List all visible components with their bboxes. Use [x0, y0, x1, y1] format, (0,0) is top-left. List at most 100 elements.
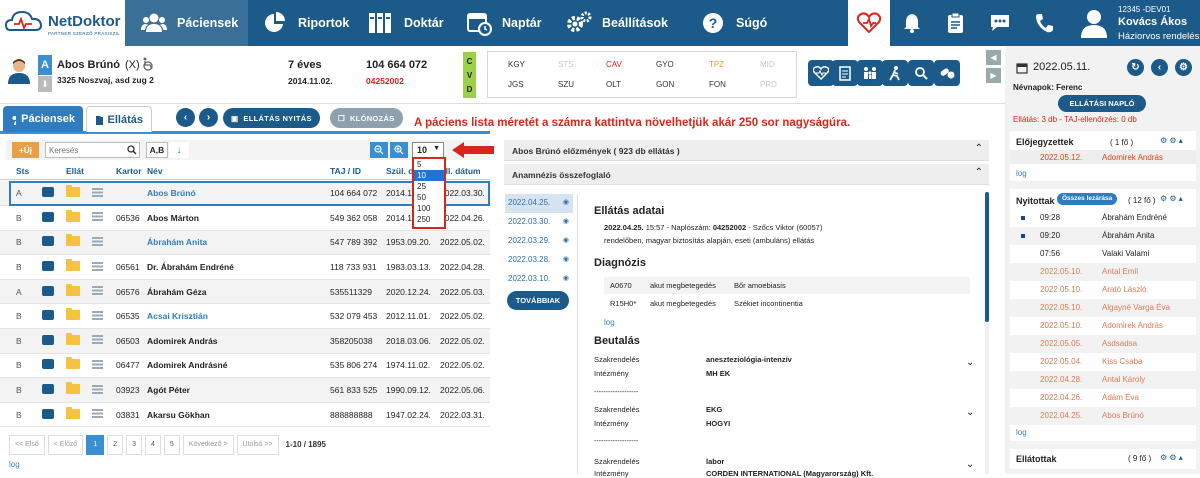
- code-cell[interactable]: SZU: [558, 80, 574, 89]
- col-ellat[interactable]: Ellát: [66, 166, 84, 176]
- search-input[interactable]: [46, 143, 122, 157]
- table-row[interactable]: B 06561 Dr. Ábrahám Endréné 118 733 931 1983…: [0, 254, 490, 280]
- diag-log-link[interactable]: log: [604, 318, 615, 327]
- folder-icon[interactable]: [66, 332, 80, 345]
- patient-expand-button[interactable]: ⬇: [38, 76, 52, 92]
- refresh-button[interactable]: ↻: [1127, 59, 1144, 76]
- folder-icon[interactable]: [66, 234, 80, 247]
- nav-docs[interactable]: Doktár: [368, 0, 458, 46]
- code-cell[interactable]: OLT: [606, 80, 621, 89]
- list-log-link[interactable]: log: [9, 460, 20, 469]
- col-kartor[interactable]: Kartor: [116, 166, 142, 176]
- row-name[interactable]: Ábrahám Anita: [147, 230, 330, 256]
- heart-monitor-button[interactable]: [808, 60, 834, 86]
- nav-settings[interactable]: Beállítások: [566, 0, 696, 46]
- nav-reports[interactable]: Riportok: [262, 0, 357, 46]
- open-log-link[interactable]: log: [1016, 428, 1027, 437]
- zoom-out-button[interactable]: [370, 142, 388, 158]
- anamnesis-bar[interactable]: Anamnézis összefoglaló ⌃: [504, 164, 989, 185]
- code-cell[interactable]: GYO: [656, 60, 674, 69]
- care-date-item[interactable]: 2022.03.30. ◉: [505, 213, 573, 232]
- arrow-left-button[interactable]: ◀: [986, 50, 1001, 65]
- user-panel[interactable]: 12345 -DEV01 Kovács Ákos Háziorvos rende…: [1072, 0, 1200, 46]
- open-row[interactable]: 2022.05.05. Asdsadsa: [1010, 335, 1196, 353]
- search-icon[interactable]: [127, 145, 137, 155]
- list-icon[interactable]: [92, 187, 103, 197]
- zoom-in-button[interactable]: [390, 142, 408, 158]
- family-button[interactable]: [857, 60, 883, 86]
- row-name[interactable]: Abos Brúnó: [147, 181, 330, 207]
- nav-patients[interactable]: Páciensek: [125, 0, 248, 46]
- pager-prev[interactable]: < Előző: [47, 435, 84, 455]
- folder-icon[interactable]: [66, 283, 80, 296]
- code-cell[interactable]: GON: [656, 80, 674, 89]
- list-icon[interactable]: [92, 310, 103, 320]
- list-icon[interactable]: [92, 286, 103, 296]
- card-icon[interactable]: [42, 334, 54, 345]
- booked-log-link[interactable]: log: [1016, 169, 1027, 178]
- code-cell[interactable]: STS: [558, 60, 574, 69]
- table-row[interactable]: A 06576 Ábrahám Géza 535511329 2020.12.24. 20…: [0, 279, 490, 305]
- document-button[interactable]: [832, 60, 858, 86]
- list-icon[interactable]: [92, 261, 103, 271]
- pills-button[interactable]: [934, 60, 960, 86]
- nav-help[interactable]: ? Súgó: [700, 0, 780, 46]
- row-name[interactable]: Adomirek Andrásné: [147, 353, 330, 379]
- clipboard-button[interactable]: [936, 0, 976, 46]
- settings-button[interactable]: ⚙: [1175, 59, 1192, 76]
- care-date-item[interactable]: 2022.03.10. ◉: [505, 270, 573, 289]
- more-button[interactable]: TOVÁBBIAK: [507, 291, 569, 310]
- chevron-down-icon[interactable]: ⌄: [966, 459, 974, 470]
- clone-button[interactable]: ❐ KLÓNOZÁS: [330, 108, 403, 128]
- messages-button[interactable]: [980, 0, 1020, 46]
- care-date-item[interactable]: 2022.04.25. ◉: [505, 194, 573, 213]
- open-row[interactable]: 2022.04.26. Ádám Éva: [1010, 389, 1196, 407]
- folder-icon[interactable]: [66, 308, 80, 321]
- open-row[interactable]: 07:56 Valaki Valami: [1010, 245, 1196, 263]
- row-name[interactable]: Ábrahám Géza: [147, 279, 330, 305]
- list-icon[interactable]: [92, 359, 103, 369]
- center-scrollbar[interactable]: [985, 192, 989, 474]
- col-szul[interactable]: Szül. d: [386, 166, 413, 176]
- list-icon[interactable]: [92, 409, 103, 419]
- history-bar[interactable]: Abos Brúnó előzmények ( 923 db ellátás )…: [504, 140, 989, 161]
- row-name[interactable]: Agót Péter: [147, 377, 330, 403]
- table-row[interactable]: B Ábrahám Anita 547 789 392 1953.09.20. 2022…: [0, 230, 490, 256]
- page-size-option[interactable]: 250: [414, 214, 444, 225]
- row-name[interactable]: Akarsu Gökhan: [147, 402, 330, 428]
- open-row[interactable]: 2022.04.28. Antal Károly: [1010, 371, 1196, 389]
- pager-page[interactable]: 5: [163, 435, 180, 455]
- folder-icon[interactable]: [66, 357, 80, 370]
- booked-row[interactable]: 2022.05.12. Adomirek András: [1010, 150, 1196, 164]
- chevron-down-icon[interactable]: ⌄: [966, 407, 974, 418]
- page-size-select[interactable]: 10 ▼: [412, 142, 444, 158]
- care-date-item[interactable]: 2022.03.29. ◉: [505, 232, 573, 251]
- pager-page[interactable]: 4: [145, 435, 161, 455]
- col-nev[interactable]: Név: [147, 166, 163, 176]
- sort-field-select[interactable]: A,B: [146, 142, 168, 158]
- new-patient-button[interactable]: +Új: [12, 142, 39, 158]
- open-care-button[interactable]: ▣ ELLÁTÁS NYITÁS: [223, 108, 320, 128]
- page-size-option[interactable]: 25: [414, 181, 444, 192]
- pager-last[interactable]: Utolsó >>: [236, 435, 279, 455]
- list-icon[interactable]: [92, 236, 103, 246]
- code-cell[interactable]: KGY: [508, 60, 525, 69]
- notifications-button[interactable]: [892, 0, 932, 46]
- card-icon[interactable]: [42, 408, 54, 419]
- row-name[interactable]: Acsai Krisztián: [147, 303, 330, 330]
- folder-icon[interactable]: [66, 185, 80, 198]
- page-size-option[interactable]: 50: [414, 192, 444, 203]
- next-patient-button[interactable]: ›: [199, 108, 218, 127]
- col-taj[interactable]: TAJ / ID: [330, 166, 361, 176]
- row-name[interactable]: Abos Márton: [147, 205, 330, 231]
- col-datum[interactable]: Ell. dátum: [440, 166, 481, 176]
- sort-direction-button[interactable]: ↓: [169, 142, 189, 158]
- list-icon[interactable]: [92, 384, 103, 394]
- row-name[interactable]: Dr. Ábrahám Endréné: [147, 254, 330, 280]
- card-icon[interactable]: [42, 261, 54, 272]
- table-row[interactable]: B 06503 Adomirek András 358205038 2018.03.06…: [0, 328, 490, 354]
- page-size-option[interactable]: 10: [414, 170, 444, 181]
- collapse-button[interactable]: ‹: [1151, 59, 1168, 76]
- care-log-button[interactable]: ELLÁTÁSI NAPLÓ: [1058, 95, 1146, 112]
- care-date-item[interactable]: 2022.03.28. ◉: [505, 251, 573, 270]
